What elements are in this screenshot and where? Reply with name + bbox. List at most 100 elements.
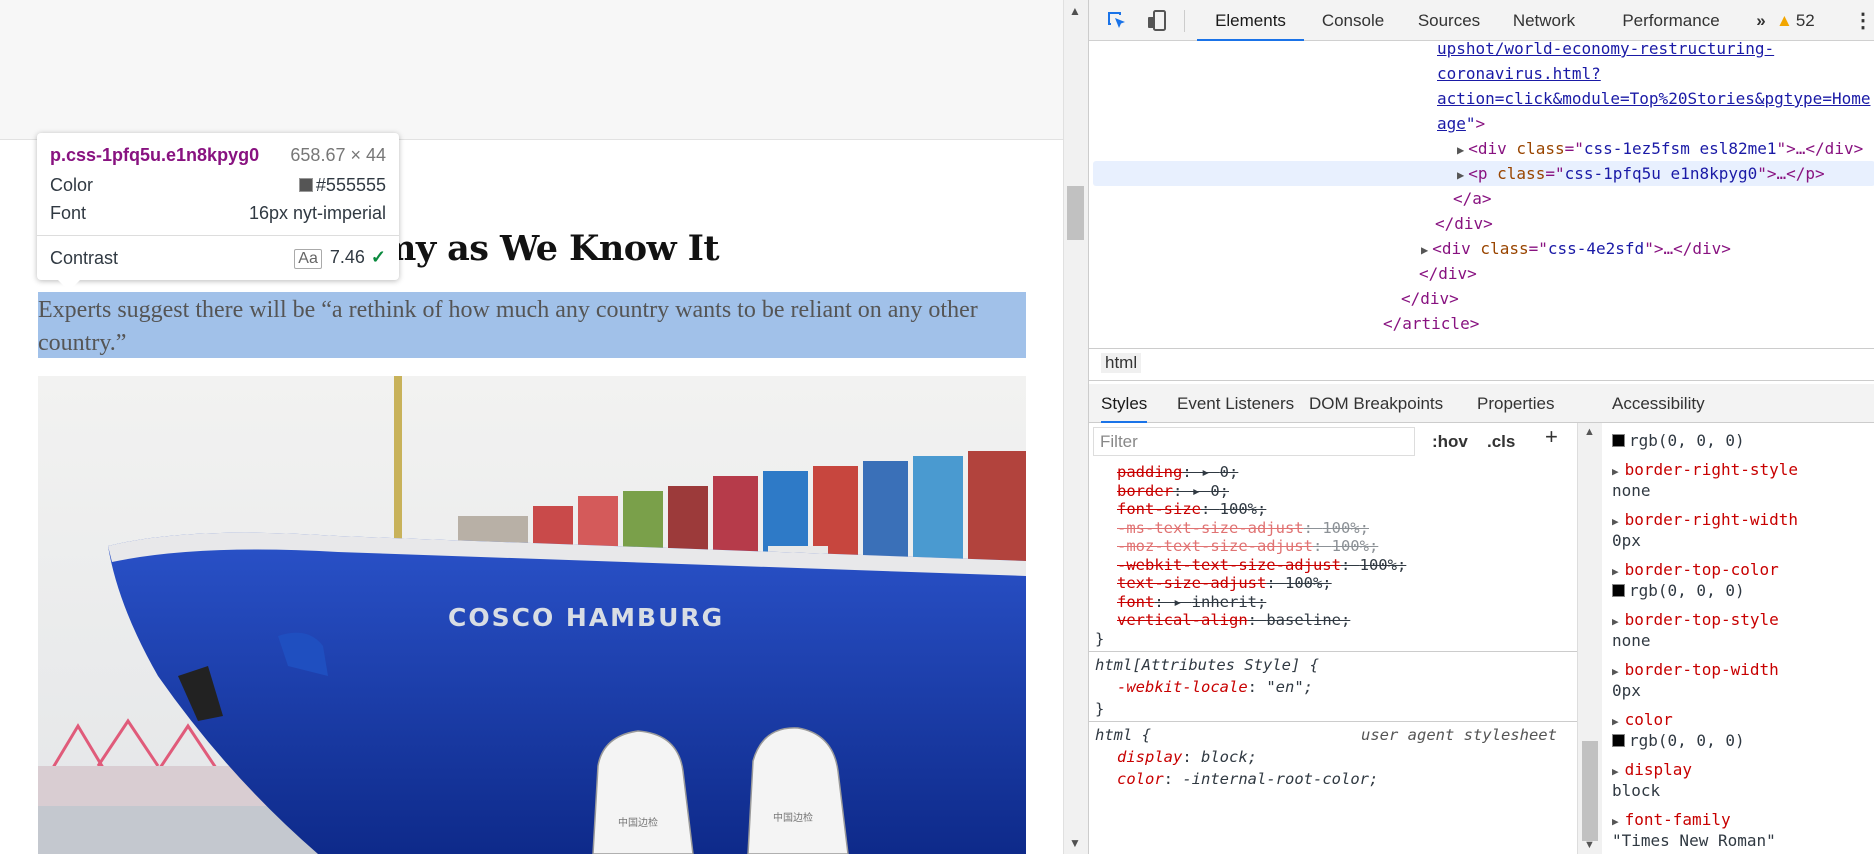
rule-close: }: [1095, 630, 1105, 648]
article-summary[interactable]: Experts suggest there will be “a rethink…: [38, 294, 1026, 360]
computed-property-name[interactable]: ▶ border-right-style: [1612, 459, 1798, 482]
web-page-viewport: f the World Economy as We Know It Expert…: [0, 0, 1063, 854]
computed-property-value: none: [1612, 631, 1651, 650]
computed-property-value: rgb(0, 0, 0): [1612, 430, 1745, 451]
toolbar-divider: [1184, 10, 1185, 32]
color-swatch-icon: [1612, 434, 1625, 447]
scroll-down-icon[interactable]: ▼: [1069, 836, 1081, 850]
styles-filter-input[interactable]: [1094, 428, 1414, 455]
tab-accessibility[interactable]: Accessibility: [1612, 384, 1705, 423]
rule-source-label: user agent stylesheet: [1361, 726, 1557, 744]
rule-divider: [1089, 721, 1577, 722]
color-swatch-icon: [1612, 584, 1625, 597]
devtools-tabbar: Elements Console Sources Network Perform…: [1089, 0, 1874, 41]
computed-property-name[interactable]: ▶ border-top-color: [1612, 559, 1779, 582]
expand-arrow-icon: ▶: [1457, 168, 1465, 182]
expand-arrow-icon: ▶: [1421, 243, 1429, 257]
styles-scrollbar[interactable]: ▲ ▼: [1577, 423, 1602, 854]
dom-node-p-selected[interactable]: ▶ <p class="css-1pfq5u e1n8kpyg0">…</p>: [1457, 161, 1825, 189]
rule-divider: [1089, 651, 1577, 652]
scroll-up-icon[interactable]: ▲: [1069, 4, 1081, 18]
computed-property-value: rgb(0, 0, 0): [1612, 580, 1745, 601]
article-photo[interactable]: COSCO HAMBURG 中国边检 中国边检: [38, 376, 1026, 854]
tab-console[interactable]: Console: [1311, 0, 1395, 41]
tooltip-color-label: Color: [50, 175, 94, 195]
expand-arrow-icon: ▶: [1612, 715, 1619, 728]
tooltip-contrast-value: Aa 7.46 ✓: [294, 247, 386, 269]
dom-href-text[interactable]: upshot/world-economy-restructuring-: [1437, 41, 1774, 58]
styles-pane[interactable]: :hov .cls + padding: ▸ 0;border: ▸ 0;fon…: [1089, 423, 1577, 854]
computed-property-name[interactable]: ▶ font-family: [1612, 809, 1731, 832]
tab-styles[interactable]: Styles: [1101, 384, 1148, 423]
dom-node-div2[interactable]: ▶ <div class="css-4e2sfd">…</div>: [1421, 236, 1731, 264]
dom-close-article[interactable]: </article>: [1383, 311, 1479, 337]
tooltip-size: 658.67 × 44: [290, 145, 386, 165]
tooltip-divider: [37, 235, 399, 236]
devtools-panel: Elements Console Sources Network Perform…: [1088, 0, 1874, 854]
tab-event-listeners[interactable]: Event Listeners: [1177, 384, 1294, 423]
styles-filter-field[interactable]: [1093, 427, 1415, 456]
tab-network[interactable]: Network: [1503, 0, 1585, 41]
computed-property-name[interactable]: ▶ display: [1612, 759, 1692, 782]
computed-property-value: "Times New Roman": [1612, 831, 1776, 850]
computed-property-value: none: [1612, 481, 1651, 500]
expand-arrow-icon: ▶: [1612, 465, 1619, 478]
warnings-counter[interactable]: ▲ 52: [1776, 0, 1815, 41]
rule-prop-display[interactable]: display: block;: [1117, 746, 1257, 768]
scroll-up-icon: ▲: [1584, 426, 1595, 438]
contrast-aa-badge: Aa: [294, 249, 322, 269]
styles-scrollbar-thumb[interactable]: [1582, 741, 1598, 841]
devtools-menu-icon[interactable]: ⋮: [1853, 8, 1873, 33]
svg-text:中国边检: 中国边检: [773, 811, 813, 824]
dom-close-div[interactable]: </div>: [1435, 211, 1493, 237]
add-rule-icon[interactable]: +: [1545, 426, 1558, 448]
color-swatch-icon: [1612, 734, 1625, 747]
check-icon: ✓: [370, 247, 386, 267]
warning-icon: ▲: [1776, 11, 1793, 30]
tab-dom-breakpoints[interactable]: DOM Breakpoints: [1309, 384, 1443, 423]
device-toolbar-icon[interactable]: [1145, 9, 1169, 33]
tooltip-font-value: 16px nyt-imperial: [248, 203, 386, 223]
tab-properties[interactable]: Properties: [1477, 384, 1554, 423]
expand-arrow-icon: ▶: [1612, 565, 1619, 578]
computed-property-name[interactable]: ▶ border-right-width: [1612, 509, 1798, 532]
suit-label-text: 中国边检: [618, 816, 658, 829]
computed-pane[interactable]: rgb(0, 0, 0) ▶ border-right-style none ▶ bord…: [1602, 423, 1874, 854]
tooltip-color-value: #555555: [298, 175, 386, 196]
cls-toggle-button[interactable]: .cls: [1487, 431, 1515, 453]
tab-sources[interactable]: Sources: [1407, 0, 1491, 41]
page-scrollbar[interactable]: ▲ ▼: [1063, 0, 1088, 854]
tooltip-arrow: [57, 279, 81, 291]
page-header-area: [0, 0, 1063, 140]
computed-property-value: 0px: [1612, 681, 1641, 700]
tooltip-selector: p.css-1pfq5u.e1n8kpyg0: [50, 145, 260, 165]
expand-arrow-icon: ▶: [1457, 143, 1465, 157]
dom-close-div3[interactable]: </div>: [1401, 286, 1459, 312]
rule-prop-color[interactable]: color: -internal-root-color;: [1117, 768, 1378, 790]
inspect-element-icon[interactable]: [1105, 9, 1129, 33]
rule-selector-html[interactable]: html {: [1095, 724, 1151, 746]
color-swatch-icon: [298, 178, 313, 192]
more-tabs-icon[interactable]: »: [1749, 0, 1773, 41]
page-scrollbar-thumb[interactable]: [1067, 186, 1084, 240]
computed-property-value: 0px: [1612, 531, 1641, 550]
rule-prop-webkit-locale[interactable]: -webkit-locale: "en";: [1117, 676, 1313, 698]
expand-arrow-icon: ▶: [1612, 515, 1619, 528]
container-ship-image: COSCO HAMBURG 中国边检 中国边检: [38, 376, 1026, 854]
tab-performance[interactable]: Performance: [1601, 0, 1741, 41]
inspect-element-tooltip: p.css-1pfq5u.e1n8kpyg0 658.67 × 44 Color…: [37, 133, 399, 291]
rule-selector-attributes[interactable]: html[Attributes Style] {: [1095, 654, 1319, 676]
style-declaration[interactable]: vertical-align: baseline;: [1117, 609, 1350, 631]
dom-node-div[interactable]: ▶ <div class="css-1ez5fsm esl82me1">…</di…: [1457, 136, 1863, 164]
dom-close-a[interactable]: </a>: [1453, 186, 1492, 212]
tooltip-font-label: Font: [50, 203, 87, 223]
tab-elements[interactable]: Elements: [1197, 0, 1304, 41]
breadcrumb-html[interactable]: html: [1101, 353, 1142, 373]
hov-toggle-button[interactable]: :hov: [1432, 431, 1468, 453]
computed-property-name[interactable]: ▶ border-top-style: [1612, 609, 1779, 632]
dom-close-div2[interactable]: </div>: [1419, 261, 1477, 287]
dom-tree[interactable]: upshot/world-economy-restructuring- coro…: [1089, 41, 1874, 345]
computed-property-name[interactable]: ▶ border-top-width: [1612, 659, 1779, 682]
computed-property-name[interactable]: ▶ color: [1612, 709, 1673, 732]
expand-arrow-icon: ▶: [1612, 665, 1619, 678]
